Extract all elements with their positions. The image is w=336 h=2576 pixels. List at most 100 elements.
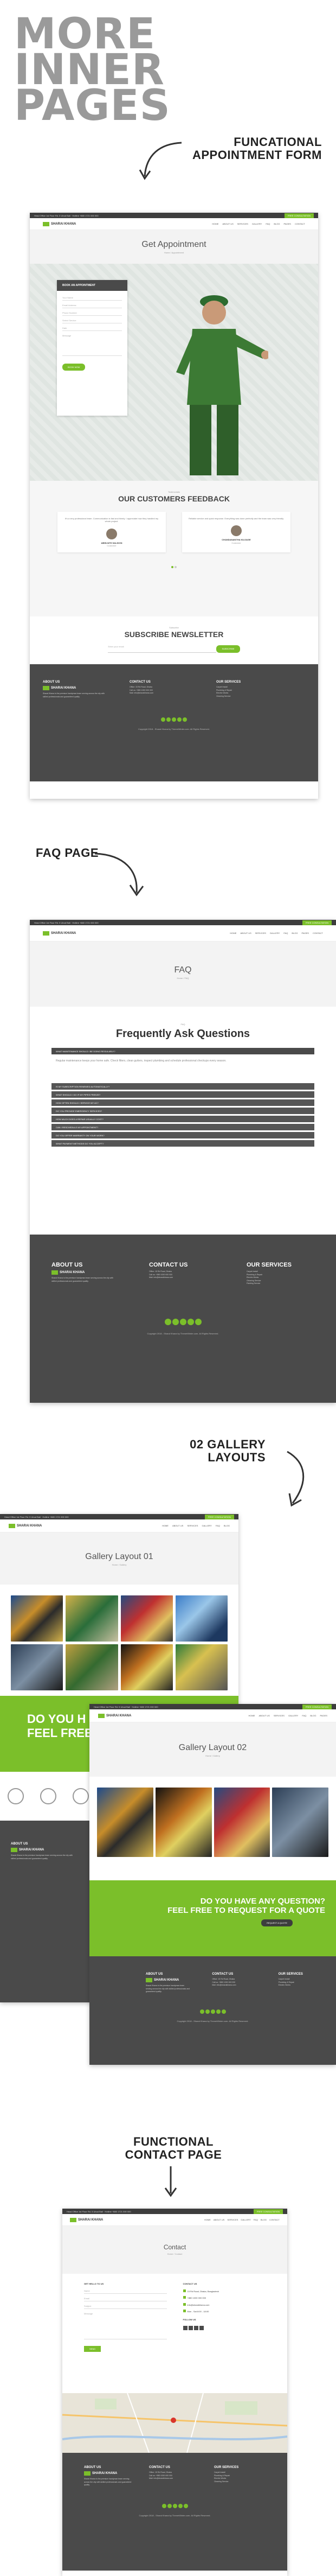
menu-item[interactable]: HOME — [248, 1714, 255, 1717]
request-quote-button[interactable]: REQUEST A QUOTE — [261, 1919, 293, 1926]
phone-field[interactable]: Phone Number — [62, 311, 122, 316]
contact-subject-field[interactable]: Subject — [84, 2305, 167, 2310]
faq-item[interactable]: CAN I RESCHEDULE MY APPOINTMENT? — [51, 1124, 314, 1131]
footer-service[interactable]: Cleaning Service — [214, 2480, 263, 2484]
footer-service[interactable]: Electric Works — [279, 1984, 323, 1987]
menu-item[interactable]: SERVICES — [237, 222, 248, 225]
menu-item[interactable]: PAGES — [301, 932, 309, 934]
contact-name-field[interactable]: Name — [84, 2289, 167, 2294]
twitter-icon[interactable] — [167, 2503, 172, 2508]
consultation-button[interactable]: FREE CONSULTATION — [302, 1704, 332, 1709]
logo[interactable]: SHARAI KHANA — [43, 931, 76, 936]
google-plus-icon[interactable] — [172, 2503, 177, 2508]
gallery-image[interactable] — [66, 1644, 118, 1690]
consultation-button[interactable]: FREE CONSULTATION — [284, 213, 314, 218]
menu-item[interactable]: SERVICES — [255, 932, 266, 934]
menu-item[interactable]: BLOG — [310, 1714, 316, 1717]
pinterest-icon[interactable] — [221, 2009, 226, 2014]
google-plus-icon[interactable] — [179, 1318, 186, 1325]
logo[interactable]: SHARAI KHANA — [9, 1523, 42, 1528]
pinterest-icon[interactable] — [183, 717, 187, 722]
logo[interactable]: SHARAI KHANA — [43, 221, 76, 226]
menu-item[interactable]: CONTACT — [269, 2218, 280, 2221]
menu-item[interactable]: ABOUT US — [172, 1524, 183, 1527]
gallery-image[interactable] — [175, 1595, 228, 1642]
gallery-image[interactable] — [272, 1788, 328, 1857]
menu-item[interactable]: GALLERY — [202, 1524, 211, 1527]
google-plus-icon[interactable] — [210, 2009, 215, 2014]
menu-item[interactable]: CONTACT — [313, 932, 323, 934]
slider-dots[interactable] — [30, 561, 318, 571]
gallery-image[interactable] — [66, 1595, 118, 1642]
menu-item[interactable]: SERVICES — [227, 2218, 238, 2221]
footer-service[interactable]: Cleaning Service — [216, 695, 281, 698]
linkedin-icon[interactable] — [199, 2326, 204, 2331]
map[interactable] — [62, 2393, 287, 2453]
faq-item[interactable]: HOW MUCH DOES A REPAIR USUALLY COST? — [51, 1116, 314, 1123]
facebook-icon[interactable] — [161, 2503, 166, 2508]
faq-item[interactable]: WHAT PAYMENT METHODS DO YOU ACCEPT? — [51, 1140, 314, 1147]
menu-item[interactable]: PAGES — [283, 222, 291, 225]
gallery-image[interactable] — [11, 1644, 63, 1690]
twitter-icon[interactable] — [172, 1318, 179, 1325]
logo[interactable]: SHARAI KHANA — [70, 2217, 103, 2222]
menu-item[interactable]: HOME — [212, 222, 218, 225]
menu-item[interactable]: ABOUT US — [214, 2218, 224, 2221]
menu-item[interactable]: HOME — [230, 932, 236, 934]
menu-item[interactable]: FAQ — [266, 222, 270, 225]
service-select[interactable]: Select Service — [62, 319, 122, 323]
twitter-icon[interactable] — [205, 2009, 210, 2014]
menu-item[interactable]: HOME — [162, 1524, 169, 1527]
menu-item[interactable]: GALLERY — [241, 2218, 250, 2221]
facebook-icon[interactable] — [164, 1318, 171, 1325]
pinterest-icon[interactable] — [183, 2503, 188, 2508]
contact-message-field[interactable]: Message — [84, 2312, 167, 2340]
twitter-icon[interactable] — [166, 717, 171, 722]
menu-item[interactable]: BLOG — [261, 2218, 267, 2221]
send-button[interactable]: SEND — [84, 2346, 101, 2352]
logo[interactable]: SHARAI KHANA — [98, 1713, 131, 1718]
menu-item[interactable]: FAQ — [302, 1714, 306, 1717]
menu-item[interactable]: GALLERY — [252, 222, 262, 225]
menu-item[interactable]: ABOUT US — [222, 222, 233, 225]
faq-item[interactable]: DO YOU PROVIDE EMERGENCY SERVICES? — [51, 1108, 314, 1115]
book-now-button[interactable]: BOOK NOW — [62, 364, 86, 371]
menu-item[interactable]: ABOUT US — [240, 932, 251, 934]
menu-item[interactable]: BLOG — [292, 932, 298, 934]
menu-item[interactable]: CONTACT — [295, 222, 305, 225]
twitter-icon[interactable] — [188, 2326, 193, 2331]
menu-item[interactable]: BLOG — [224, 1524, 230, 1527]
gallery-image[interactable] — [155, 1788, 212, 1857]
contact-email-field[interactable]: Email — [84, 2297, 167, 2302]
gallery-image[interactable] — [11, 1595, 63, 1642]
menu-item[interactable]: FAQ — [283, 932, 288, 934]
faq-item[interactable]: HOW OFTEN SHOULD I SERVICE MY AC? — [51, 1099, 314, 1106]
gallery-image[interactable] — [120, 1644, 173, 1690]
menu-item[interactable]: SERVICES — [187, 1524, 198, 1527]
menu-item[interactable]: FAQ — [216, 1524, 220, 1527]
menu-item[interactable]: GALLERY — [270, 932, 280, 934]
email-field[interactable]: Email Address — [62, 304, 122, 308]
facebook-icon[interactable] — [199, 2009, 204, 2014]
menu-item[interactable]: GALLERY — [288, 1714, 298, 1717]
menu-item[interactable]: SERVICES — [274, 1714, 285, 1717]
footer-service[interactable]: Painting Service — [247, 1282, 312, 1286]
consultation-button[interactable]: FREE CONSULTATION — [302, 920, 332, 925]
consultation-button[interactable]: FREE CONSULTATION — [253, 2209, 283, 2214]
gallery-image[interactable] — [97, 1788, 153, 1857]
name-field[interactable]: Your Name — [62, 296, 122, 301]
consultation-button[interactable]: FREE CONSULTATION — [204, 1514, 234, 1519]
google-plus-icon[interactable] — [193, 2326, 198, 2331]
date-field[interactable]: Date — [62, 327, 122, 331]
menu-item[interactable]: ABOUT US — [259, 1714, 269, 1717]
faq-item[interactable]: IS MY SUBSCRIPTION RENEWED AUTOMATICALLY… — [51, 1083, 314, 1090]
menu-item[interactable]: HOME — [204, 2218, 211, 2221]
linkedin-icon[interactable] — [216, 2009, 221, 2014]
facebook-icon[interactable] — [183, 2326, 188, 2331]
faq-item[interactable]: WHAT SHOULD I DO IF MY PIPES FREEZE? — [51, 1091, 314, 1098]
facebook-icon[interactable] — [161, 717, 165, 722]
google-plus-icon[interactable] — [172, 717, 176, 722]
message-field[interactable]: Message — [62, 334, 122, 356]
gallery-image[interactable] — [175, 1644, 228, 1690]
linkedin-icon[interactable] — [177, 717, 182, 722]
